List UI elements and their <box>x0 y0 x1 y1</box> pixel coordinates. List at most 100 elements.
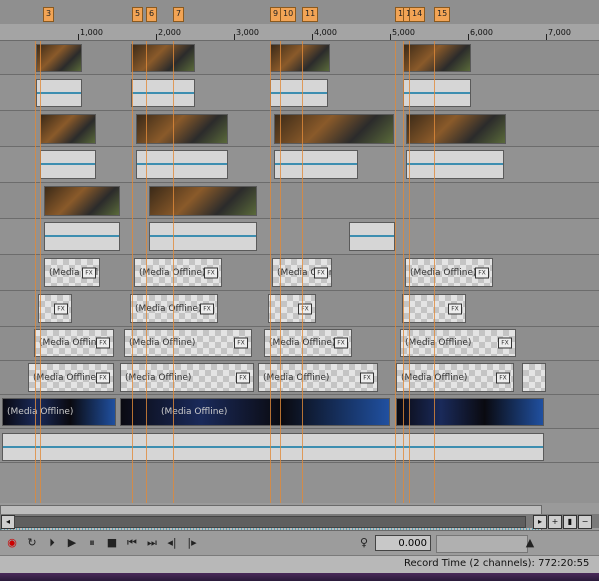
offline-clip[interactable]: (Media Offline)FX <box>44 258 100 287</box>
audio-clip[interactable] <box>2 433 544 461</box>
video-clip[interactable]: (Media Offline) <box>2 398 116 426</box>
offline-clip[interactable]: (Media Offline)FX <box>258 363 378 392</box>
offline-clip[interactable]: (Media Offline)FX <box>134 258 222 287</box>
audio-clip[interactable] <box>274 150 358 179</box>
video-clip[interactable] <box>149 186 257 216</box>
marker-line <box>409 41 410 503</box>
fx-icon[interactable]: FX <box>298 303 312 314</box>
video-clip[interactable] <box>136 114 228 144</box>
audio-clip[interactable] <box>131 79 195 107</box>
marker-flag[interactable]: 10 <box>280 7 297 22</box>
marker-flag[interactable]: 5 <box>132 7 144 22</box>
audio-clip[interactable] <box>270 79 328 107</box>
record-button[interactable]: ◉ <box>4 535 20 551</box>
go-to-start-icon[interactable]: ⏮ <box>124 535 140 551</box>
offline-label: (Media Offline) <box>410 267 477 278</box>
video-clip[interactable]: (Media Offline) <box>120 398 390 426</box>
previous-frame-icon[interactable]: ◂| <box>164 535 180 551</box>
audio-clip[interactable] <box>403 79 471 107</box>
video-clip[interactable] <box>40 114 96 144</box>
fx-icon[interactable]: FX <box>234 337 248 349</box>
ruler-tick <box>156 34 157 40</box>
offline-clip[interactable]: (Media Offline)FX <box>124 329 252 357</box>
video-clip[interactable] <box>274 114 394 144</box>
record-time-label: Record Time (2 channels): <box>404 558 535 569</box>
timeline-top-area <box>0 0 599 24</box>
zoom-fit-icon[interactable]: ▮ <box>563 515 577 529</box>
horizontal-scrollbar[interactable]: ◂ ▸ + ▮ − <box>0 514 599 529</box>
fx-icon[interactable]: FX <box>236 372 250 383</box>
record-time-value: 772:20:55 <box>538 558 590 569</box>
rate-slider[interactable] <box>436 535 528 553</box>
rate-field[interactable]: 0.000 <box>375 535 431 551</box>
zoom-out-icon[interactable]: − <box>578 515 592 529</box>
audio-clip[interactable] <box>36 79 82 107</box>
pause-icon[interactable]: ⏸ <box>84 535 100 551</box>
fx-icon[interactable]: FX <box>334 337 348 349</box>
marker-flag[interactable]: 11 <box>302 7 319 22</box>
snap-icon[interactable]: ▲ <box>522 535 538 551</box>
marker-flag[interactable]: 15 <box>434 7 451 22</box>
offline-clip[interactable]: (Media Offline)FX <box>405 258 493 287</box>
timeline-ruler[interactable]: 1,000 2,000 3,000 4,000 5,000 6,000 7,00… <box>0 24 599 41</box>
marker-line <box>403 41 404 503</box>
stop-icon[interactable]: ■ <box>104 535 120 551</box>
ruler-tick-label: 2,000 <box>158 28 181 37</box>
audio-clip[interactable] <box>44 222 120 251</box>
loop-icon[interactable]: ↻ <box>24 535 40 551</box>
marker-flag[interactable]: 7 <box>173 7 185 22</box>
audio-track[interactable] <box>0 463 599 503</box>
video-clip[interactable] <box>36 44 82 72</box>
video-clip[interactable] <box>44 186 120 216</box>
audio-clip[interactable] <box>406 150 504 179</box>
ruler-tick-label: 3,000 <box>236 28 259 37</box>
fx-icon[interactable]: FX <box>96 372 110 383</box>
go-to-end-icon[interactable]: ⏭ <box>144 535 160 551</box>
fx-icon[interactable]: FX <box>82 267 96 278</box>
scroll-right-arrow-icon[interactable]: ▸ <box>533 515 547 529</box>
audio-clip[interactable] <box>149 222 257 251</box>
fx-icon[interactable]: FX <box>200 303 214 314</box>
audio-clip[interactable] <box>40 150 96 179</box>
play-icon[interactable]: ▶ <box>64 535 80 551</box>
video-clip[interactable] <box>270 44 330 72</box>
video-clip[interactable] <box>131 44 195 72</box>
offline-clip[interactable]: (Media Offline)FX <box>396 363 514 392</box>
offline-clip[interactable]: FX <box>38 294 72 323</box>
fx-icon[interactable]: FX <box>475 267 489 278</box>
audio-clip[interactable] <box>349 222 395 251</box>
offline-clip[interactable]: (Media Offline)FX <box>120 363 254 392</box>
offline-clip[interactable]: (Media Offline)FX <box>400 329 516 357</box>
rate-knob-icon[interactable]: ♀ <box>356 535 372 551</box>
marker-flag[interactable]: 6 <box>146 7 158 22</box>
scroll-left-arrow-icon[interactable]: ◂ <box>1 515 15 529</box>
offline-clip[interactable]: (Media Offline)FX <box>130 294 218 323</box>
ruler-tick-label: 6,000 <box>470 28 493 37</box>
offline-clip[interactable]: (Media Offline)FX <box>264 329 352 357</box>
fx-icon[interactable]: FX <box>204 267 218 278</box>
fx-icon[interactable]: FX <box>54 303 68 314</box>
offline-clip[interactable] <box>522 363 546 392</box>
scroll-thumb[interactable] <box>14 516 526 528</box>
zoom-in-icon[interactable]: + <box>548 515 562 529</box>
offline-clip[interactable]: (Media Offline)FX <box>34 329 114 357</box>
marker-flag[interactable]: 14 <box>409 7 426 22</box>
play-from-start-icon[interactable]: ⏵ <box>44 535 60 551</box>
fx-icon[interactable]: FX <box>360 372 374 383</box>
video-clip[interactable] <box>396 398 544 426</box>
video-clip[interactable] <box>403 44 471 72</box>
marker-flag[interactable]: 3 <box>43 7 55 22</box>
fx-icon[interactable]: FX <box>314 267 328 278</box>
track-area[interactable]: (Media Offline)FX (Media Offline)FX (Med… <box>0 41 599 543</box>
fx-icon[interactable]: FX <box>496 372 510 383</box>
fx-icon[interactable]: FX <box>448 303 462 314</box>
marker-line <box>40 41 41 503</box>
ruler-tick <box>390 34 391 40</box>
fx-icon[interactable]: FX <box>96 337 110 349</box>
next-frame-icon[interactable]: |▸ <box>184 535 200 551</box>
fx-icon[interactable]: FX <box>498 337 512 349</box>
audio-clip[interactable] <box>136 150 228 179</box>
offline-clip[interactable]: FX <box>268 294 316 323</box>
transport-bar: ◉ ↻ ⏵ ▶ ⏸ ■ ⏮ ⏭ ◂| |▸ ♀ 0.000 ▲ <box>0 530 599 555</box>
video-clip[interactable] <box>406 114 506 144</box>
